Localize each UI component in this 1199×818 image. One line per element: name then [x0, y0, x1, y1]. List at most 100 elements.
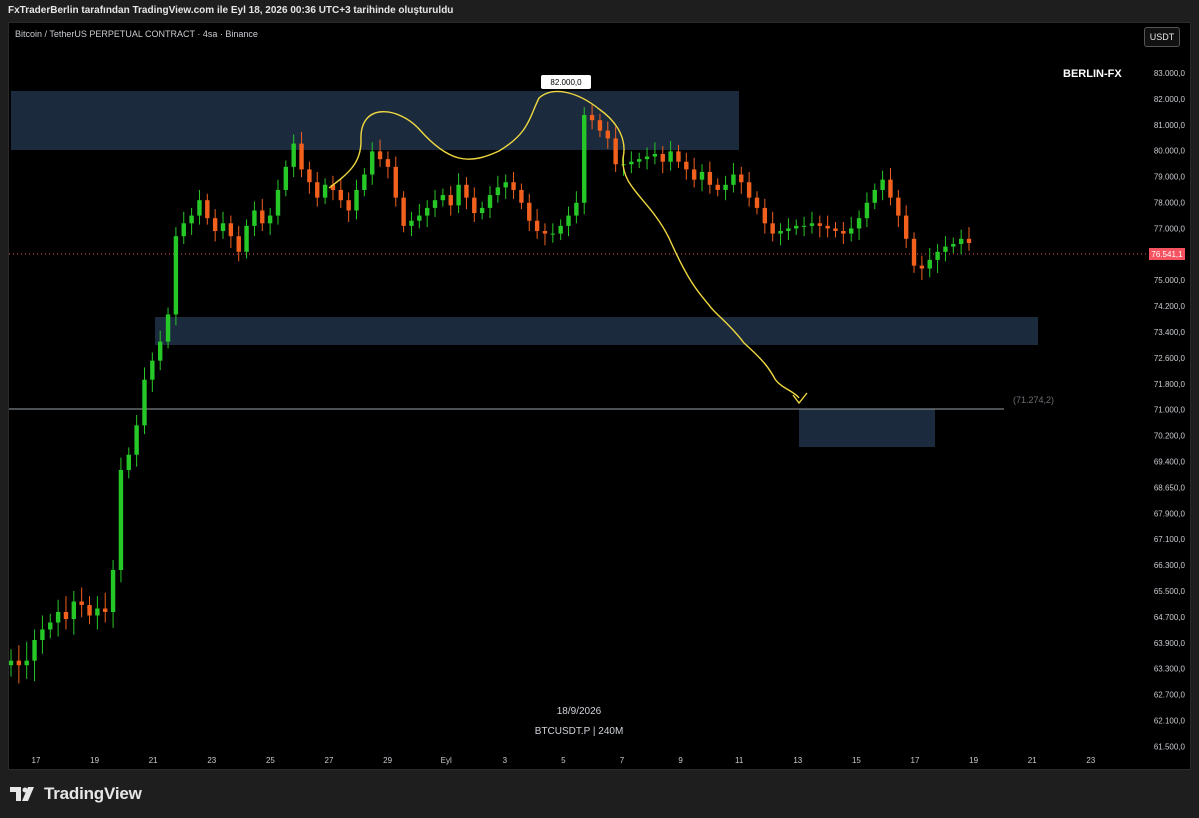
y-tick-label: 83.000,0: [1154, 69, 1186, 78]
candle-body: [165, 314, 171, 342]
x-tick-label: 9: [678, 756, 683, 765]
candle-body: [550, 233, 556, 235]
support-zone: [155, 317, 1038, 345]
candle-body: [629, 161, 634, 165]
created-by-caption: FxTraderBerlin tarafından TradingView.co…: [8, 5, 454, 16]
candle-body: [833, 228, 838, 231]
candle-body: [197, 200, 202, 216]
candle-body: [636, 159, 642, 162]
candle-body: [181, 223, 186, 237]
candle-body: [691, 169, 697, 180]
candle-body: [432, 200, 438, 208]
candle-body: [79, 601, 84, 605]
candle-body: [566, 215, 571, 226]
candle-body: [142, 379, 147, 426]
price-chart[interactable]: (71.274,2) 82.000,0 Bitcoin / TetherUS P…: [8, 23, 1192, 771]
x-tick-label: 21: [149, 756, 158, 765]
watermark-symbol: BTCUSDT.P | 240M: [535, 726, 624, 737]
candle-body: [440, 195, 446, 201]
candle-body: [118, 470, 124, 570]
candle-body: [896, 197, 901, 216]
candle-body: [456, 184, 461, 206]
candle-body: [880, 179, 885, 190]
candle-body: [283, 166, 289, 190]
target-level-label: (71.274,2): [1013, 395, 1054, 405]
y-tick-label: 65.500,0: [1154, 587, 1186, 596]
candle-body: [534, 220, 540, 231]
candle-body: [267, 215, 273, 224]
candle-body: [723, 184, 728, 190]
candle-body: [668, 151, 673, 162]
candle-body: [220, 223, 226, 231]
target-zone: [799, 409, 935, 447]
x-tick-label: 3: [503, 756, 508, 765]
x-tick-label: 7: [620, 756, 625, 765]
candle-body: [370, 151, 375, 175]
y-tick-label: 64.700,0: [1154, 613, 1186, 622]
y-tick-label: 78.000,0: [1154, 199, 1186, 208]
candle-body: [236, 236, 241, 252]
candle-body: [911, 238, 917, 266]
y-tick-label: 66.300,0: [1154, 561, 1186, 570]
candle-body: [770, 223, 775, 234]
current-price-text: 76.541,1: [1151, 250, 1183, 259]
candle-body: [244, 225, 249, 252]
candle-body: [503, 182, 508, 188]
candle-body: [401, 197, 406, 226]
candle-body: [157, 341, 163, 361]
tradingview-logo-icon: [10, 787, 34, 801]
candle-body: [754, 197, 760, 208]
candle-body: [919, 265, 925, 269]
peak-label[interactable]: 82.000,0: [541, 75, 591, 89]
y-tick-label: 81.000,0: [1154, 121, 1186, 130]
candle-body: [841, 231, 846, 234]
candle-body: [307, 169, 312, 183]
candle-body: [24, 660, 29, 666]
brand-label: BERLIN-FX: [1063, 68, 1122, 80]
time-axis[interactable]: 17 19 21 23 25 27 29 Eyl 3 5 7 9 11 13 15 17 19 21 23: [32, 756, 1096, 765]
candle-body: [856, 218, 862, 229]
y-tick-label: 71.800,0: [1154, 380, 1186, 389]
y-tick-label: 67.900,0: [1154, 509, 1186, 518]
y-tick-label: 68.650,0: [1154, 483, 1186, 492]
candle-body: [864, 202, 870, 219]
candle-body: [731, 174, 736, 185]
candle-body: [63, 612, 69, 619]
candle-body: [228, 223, 234, 237]
x-tick-label: 27: [325, 756, 334, 765]
y-tick-label: 63.900,0: [1154, 639, 1186, 648]
candle-body: [8, 660, 14, 666]
x-tick-label: 17: [911, 756, 920, 765]
candle-body: [346, 200, 351, 211]
candle-body: [212, 218, 218, 231]
candle-body: [574, 202, 579, 216]
candle-body: [801, 225, 807, 227]
y-tick-label: 82.000,0: [1154, 95, 1186, 104]
candles-group: [8, 104, 972, 684]
price-axis[interactable]: 83.000,0 82.000,0 81.000,0 80.000,0 79.000,0…: [1154, 69, 1186, 751]
candle-body: [958, 238, 964, 244]
candle-body: [299, 143, 304, 170]
watermark-date: 18/9/2026: [557, 706, 602, 717]
candle-body: [487, 195, 493, 208]
currency-button[interactable]: USDT: [1144, 27, 1180, 47]
x-tick-label: 23: [1086, 756, 1095, 765]
candle-body: [205, 200, 210, 219]
candle-body: [935, 251, 940, 260]
candle-body: [527, 202, 532, 221]
candle-body: [943, 246, 948, 252]
candle-body: [746, 182, 752, 198]
candle-body: [409, 220, 414, 226]
candle-body: [354, 189, 359, 211]
candle-body: [362, 174, 367, 190]
candle-body: [189, 215, 194, 224]
candle-body: [605, 130, 610, 139]
x-tick-label: 17: [32, 756, 41, 765]
candle-body: [134, 425, 139, 455]
candle-body: [385, 159, 391, 167]
tradingview-logo[interactable]: TradingView: [10, 784, 142, 804]
chart-pane[interactable]: (71.274,2) 82.000,0 Bitcoin / TetherUS P…: [8, 22, 1191, 770]
candle-body: [597, 120, 603, 131]
candle-body: [582, 115, 587, 203]
candle-body: [786, 228, 791, 231]
